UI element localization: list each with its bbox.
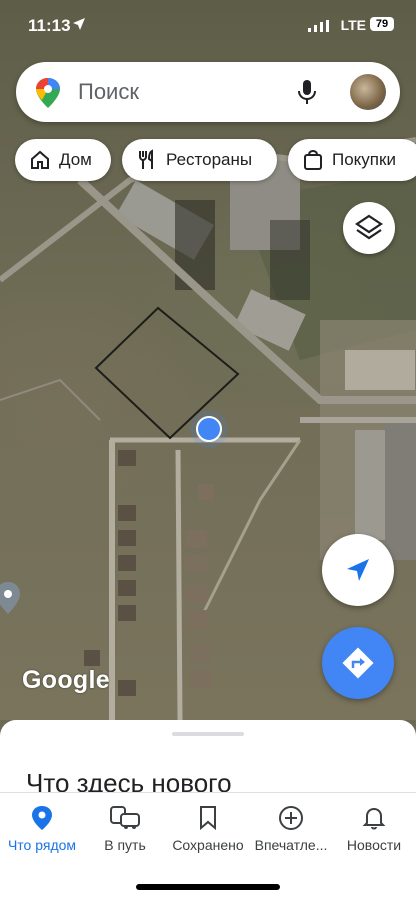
nav-explore-label: Что рядом [7, 837, 77, 853]
microphone-icon[interactable] [296, 79, 318, 105]
nav-updates[interactable]: Новости [332, 793, 416, 863]
chip-home[interactable]: Дом [15, 139, 111, 181]
chip-restaurants[interactable]: Рестораны [122, 139, 277, 181]
network-type: LTE [340, 17, 366, 33]
google-maps-logo-icon [36, 78, 60, 108]
current-location-dot [196, 416, 222, 442]
nav-commute[interactable]: В путь [83, 793, 167, 863]
layers-icon [355, 214, 383, 240]
nav-saved[interactable]: Сохранено [166, 793, 250, 863]
nav-saved-label: Сохранено [172, 837, 244, 853]
restaurant-icon [139, 149, 153, 169]
map-pin-icon[interactable] [0, 582, 20, 614]
shopping-bag-icon [304, 149, 322, 170]
search-bar[interactable]: Поиск [16, 62, 400, 122]
my-location-button[interactable] [322, 534, 394, 606]
location-arrow-icon [73, 18, 85, 30]
nav-contribute-label: Впечатле... [254, 837, 328, 853]
nav-explore[interactable]: Что рядом [0, 793, 84, 863]
search-input[interactable]: Поиск [78, 79, 139, 105]
navigation-arrow-icon [347, 559, 369, 581]
profile-avatar[interactable] [350, 74, 386, 110]
chip-restaurants-label: Рестораны [166, 150, 253, 169]
nav-updates-label: Новости [346, 837, 402, 853]
nav-contribute[interactable]: Впечатле... [249, 793, 333, 863]
nav-commute-label: В путь [104, 837, 146, 853]
bookmark-icon [200, 806, 216, 831]
chip-shopping[interactable]: Покупки [288, 139, 416, 181]
signal-icon [308, 20, 329, 32]
status-bar: 11:13 LTE 79 [0, 0, 416, 50]
bell-icon [362, 807, 386, 830]
add-circle-icon [279, 806, 303, 830]
chip-home-label: Дом [59, 150, 92, 169]
location-pin-icon [32, 806, 52, 830]
directions-button[interactable] [322, 627, 394, 699]
directions-icon [342, 647, 374, 679]
google-logo: Google [22, 666, 110, 694]
chip-shopping-label: Покупки [332, 150, 396, 169]
status-time: 11:13 [28, 16, 71, 35]
layers-button[interactable] [343, 202, 395, 254]
home-indicator[interactable] [136, 884, 280, 890]
battery-indicator: 79 [370, 17, 394, 31]
home-icon [31, 150, 49, 169]
commute-icon [110, 806, 140, 829]
sheet-drag-handle[interactable] [172, 732, 244, 736]
